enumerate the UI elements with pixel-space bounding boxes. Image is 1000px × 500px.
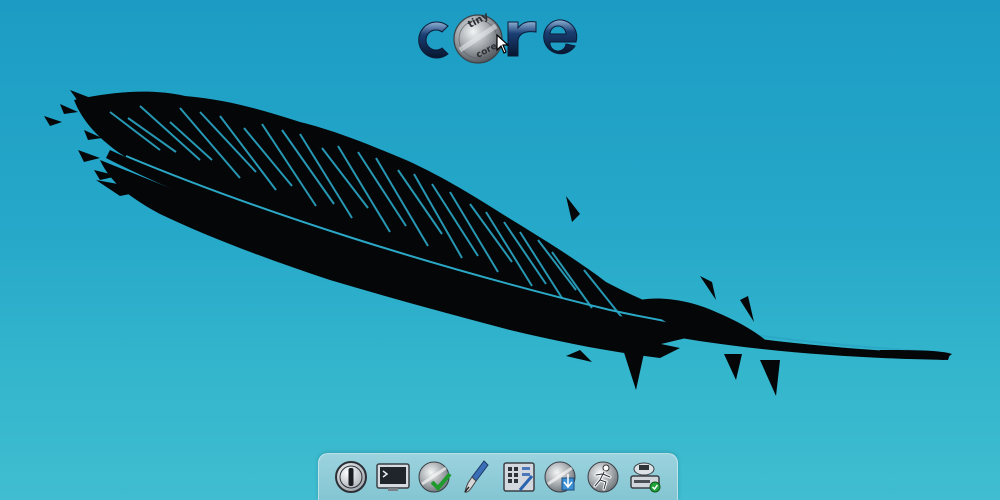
dock-item-mount[interactable] (627, 458, 663, 496)
paintbrush-icon (464, 460, 489, 493)
dock-item-paint[interactable] (459, 458, 495, 496)
arrow-cursor-icon (496, 34, 510, 54)
dock-item-apps[interactable] (417, 458, 453, 496)
mount-drive-icon (630, 462, 661, 493)
desktop: tiny core (0, 0, 1000, 500)
dock-item-control-panel[interactable] (501, 458, 537, 496)
install-disc-icon (544, 461, 576, 493)
wallpaper-feather (0, 0, 1000, 500)
dock-item-run[interactable] (585, 458, 621, 496)
control-panel-icon (503, 462, 535, 492)
terminal-icon (376, 463, 410, 491)
dock-bar (318, 453, 678, 500)
power-icon (335, 461, 367, 493)
dock-item-terminal[interactable] (375, 458, 411, 496)
apps-checkmark-icon (418, 461, 452, 493)
dock-item-power[interactable] (333, 458, 369, 496)
feather-icon (44, 90, 952, 396)
dock-item-install[interactable] (543, 458, 579, 496)
runner-icon (587, 461, 619, 493)
